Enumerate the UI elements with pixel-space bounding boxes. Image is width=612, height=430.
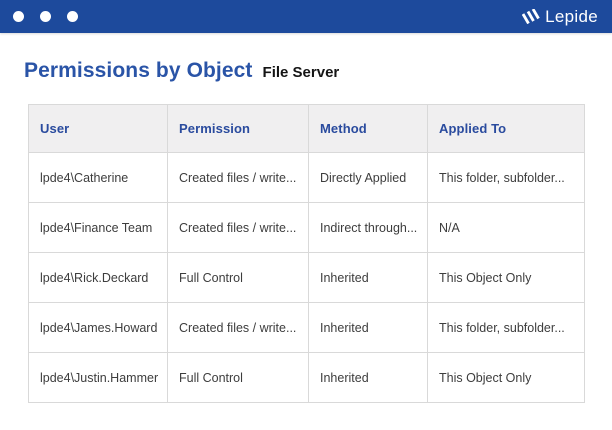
cell-permission: Created files / write... bbox=[168, 303, 309, 353]
brand-name: Lepide bbox=[545, 7, 598, 27]
table-header-row: User Permission Method Applied To bbox=[29, 105, 585, 153]
cell-applied-to: N/A bbox=[428, 203, 585, 253]
column-header-user[interactable]: User bbox=[29, 105, 168, 153]
main-content: Permissions by Object File Server User P… bbox=[0, 59, 612, 403]
window-dot-2[interactable] bbox=[40, 11, 51, 22]
brand-logo: Lepide bbox=[522, 7, 598, 27]
column-header-permission[interactable]: Permission bbox=[168, 105, 309, 153]
cell-applied-to: This Object Only bbox=[428, 353, 585, 403]
cell-permission: Full Control bbox=[168, 353, 309, 403]
table-row: lpde4\Justin.HammerFull ControlInherited… bbox=[29, 353, 585, 403]
cell-user: lpde4\Finance Team bbox=[29, 203, 168, 253]
cell-permission: Created files / write... bbox=[168, 153, 309, 203]
lepide-icon bbox=[522, 9, 540, 24]
table-body: lpde4\CatherineCreated files / write...D… bbox=[29, 153, 585, 403]
cell-applied-to: This Object Only bbox=[428, 253, 585, 303]
column-header-method[interactable]: Method bbox=[309, 105, 428, 153]
window-controls bbox=[13, 11, 78, 22]
permissions-table: User Permission Method Applied To lpde4\… bbox=[28, 104, 585, 403]
cell-user: lpde4\Justin.Hammer bbox=[29, 353, 168, 403]
column-header-applied-to[interactable]: Applied To bbox=[428, 105, 585, 153]
permissions-table-container: User Permission Method Applied To lpde4\… bbox=[28, 104, 584, 403]
window-dot-1[interactable] bbox=[13, 11, 24, 22]
cell-user: lpde4\Rick.Deckard bbox=[29, 253, 168, 303]
cell-method: Inherited bbox=[309, 303, 428, 353]
page-title: Permissions by Object bbox=[24, 59, 253, 83]
table-row: lpde4\Rick.DeckardFull ControlInheritedT… bbox=[29, 253, 585, 303]
cell-applied-to: This folder, subfolder... bbox=[428, 303, 585, 353]
window-dot-3[interactable] bbox=[67, 11, 78, 22]
cell-permission: Full Control bbox=[168, 253, 309, 303]
table-row: lpde4\Finance TeamCreated files / write.… bbox=[29, 203, 585, 253]
cell-user: lpde4\Catherine bbox=[29, 153, 168, 203]
cell-user: lpde4\James.Howard bbox=[29, 303, 168, 353]
cell-method: Indirect through... bbox=[309, 203, 428, 253]
cell-method: Inherited bbox=[309, 253, 428, 303]
title-bar: Permissions by Object File Server bbox=[24, 59, 612, 83]
table-row: lpde4\CatherineCreated files / write...D… bbox=[29, 153, 585, 203]
cell-permission: Created files / write... bbox=[168, 203, 309, 253]
topbar: Lepide bbox=[0, 0, 612, 33]
cell-method: Inherited bbox=[309, 353, 428, 403]
cell-applied-to: This folder, subfolder... bbox=[428, 153, 585, 203]
cell-method: Directly Applied bbox=[309, 153, 428, 203]
page-subtitle: File Server bbox=[263, 64, 340, 81]
table-header: User Permission Method Applied To bbox=[29, 105, 585, 153]
table-row: lpde4\James.HowardCreated files / write.… bbox=[29, 303, 585, 353]
